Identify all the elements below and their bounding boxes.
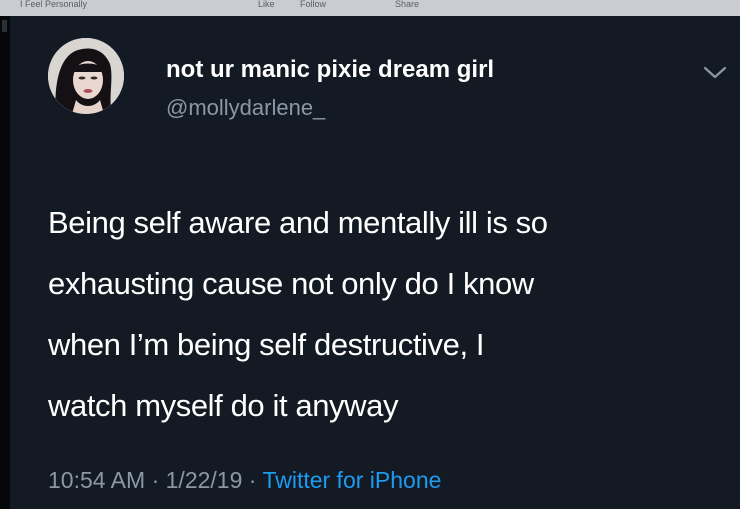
tweet-line: when I’m being self destructive, I <box>48 327 485 362</box>
browser-top-strip: I Feel Personally Like Follow Share <box>0 0 740 16</box>
tweet-source-link[interactable]: Twitter for iPhone <box>262 467 441 493</box>
user-handle[interactable]: @mollydarlene_ <box>166 95 325 121</box>
chevron-down-icon[interactable] <box>698 62 732 84</box>
tweet-date[interactable]: 1/22/19 <box>166 467 243 493</box>
profile-photo-icon <box>48 38 124 114</box>
follow-link[interactable]: Follow <box>300 0 326 9</box>
separator: · <box>248 467 257 493</box>
separator: · <box>151 467 160 493</box>
tweet-line: watch myself do it anyway <box>48 388 399 423</box>
page-title-fragment: I Feel Personally <box>20 0 88 9</box>
display-name[interactable]: not ur manic pixie dream girl <box>166 56 494 84</box>
tweet-line: Being self aware and mentally ill is so <box>48 205 548 240</box>
tweet-card: not ur manic pixie dream girl @mollydarl… <box>10 16 740 509</box>
scroll-marker <box>2 20 7 32</box>
left-edge-bar <box>0 16 10 509</box>
tweet-metadata: 10:54 AM · 1/22/19 · Twitter for iPhone <box>48 466 441 494</box>
like-link[interactable]: Like <box>258 0 275 9</box>
tweet-time[interactable]: 10:54 AM <box>48 467 145 493</box>
tweet-text: Being self aware and mentally ill is so … <box>48 192 728 436</box>
tweet-line: exhausting cause not only do I know <box>48 266 534 301</box>
avatar[interactable] <box>48 38 124 114</box>
share-link[interactable]: Share <box>395 0 419 9</box>
